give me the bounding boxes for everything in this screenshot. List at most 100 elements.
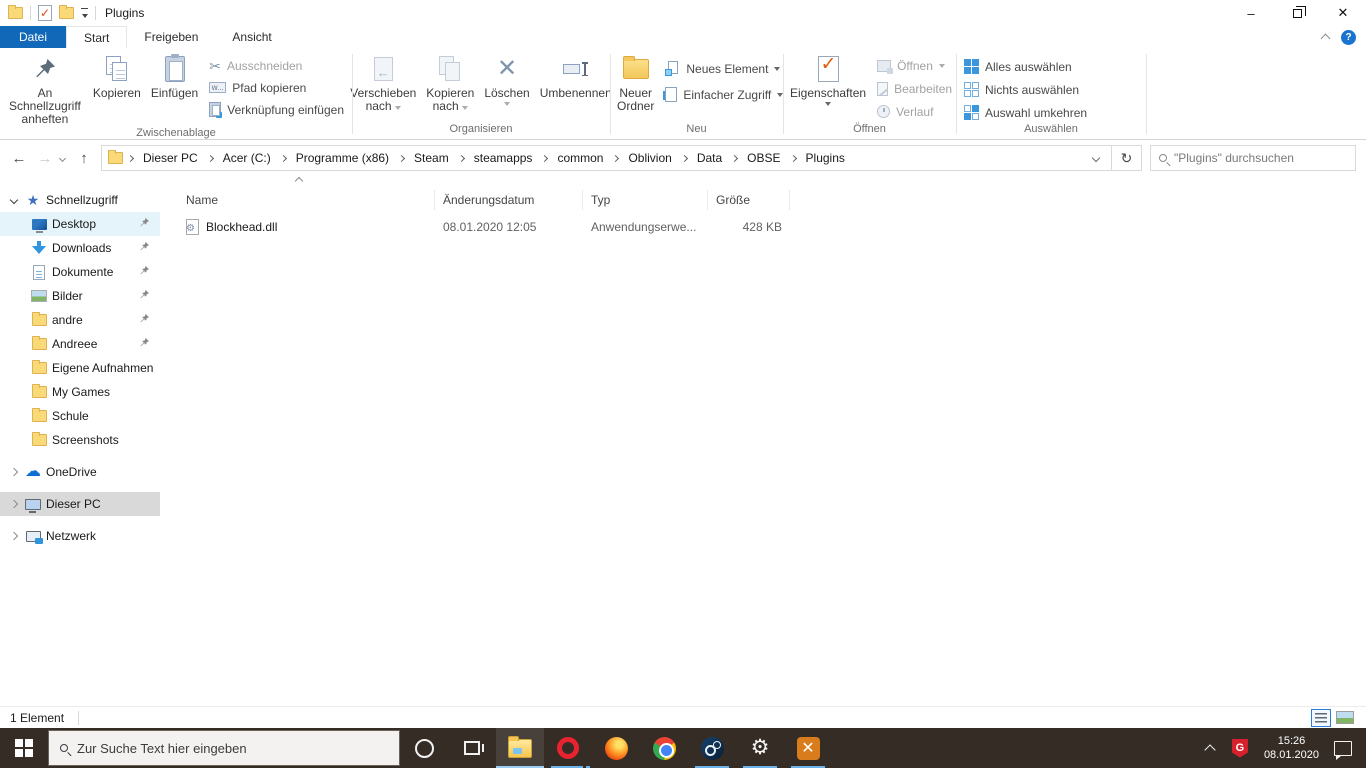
breadcrumb-item[interactable]: Oblivion — [623, 151, 676, 165]
properties-button[interactable]: Eigenschaften — [785, 50, 871, 106]
sidebar-item-onedrive[interactable]: ☁ OneDrive — [0, 460, 160, 484]
task-view-button[interactable] — [448, 728, 496, 768]
sidebar-item-desktop[interactable]: Desktop — [0, 212, 160, 236]
sidebar-item-downloads[interactable]: Downloads — [0, 236, 160, 260]
breadcrumb-item[interactable]: Programme (x86) — [291, 151, 394, 165]
breadcrumb-item[interactable]: Plugins — [801, 151, 850, 165]
chevron-collapsed-icon[interactable] — [9, 499, 19, 509]
taskbar-app-steam[interactable] — [688, 728, 736, 768]
cut-button[interactable]: ✂ Ausschneiden — [209, 57, 344, 74]
search-box[interactable] — [1150, 145, 1356, 171]
new-folder-button[interactable]: Neuer Ordner — [612, 50, 659, 113]
chevron-expanded-icon[interactable] — [9, 195, 19, 205]
select-all-button[interactable]: Alles auswählen — [964, 58, 1087, 75]
history-dropdown-icon[interactable] — [58, 154, 67, 162]
taskbar-search-input[interactable] — [77, 740, 388, 756]
refresh-button[interactable]: ↻ — [1112, 145, 1142, 171]
qat-new-folder-icon[interactable] — [59, 5, 74, 19]
sidebar-item-documents[interactable]: Dokumente — [0, 260, 160, 284]
scissors-icon: ✂ — [209, 57, 221, 74]
sidebar-item-pictures[interactable]: Bilder — [0, 284, 160, 308]
taskbar-app-opera[interactable] — [544, 728, 592, 768]
delete-button[interactable]: ✕ Löschen — [479, 50, 534, 106]
tab-start[interactable]: Start — [66, 26, 128, 48]
open-button[interactable]: Öffnen — [877, 57, 952, 74]
restore-icon — [1292, 5, 1306, 18]
cortana-button[interactable] — [400, 728, 448, 768]
copy-to-button[interactable]: Kopieren nach — [421, 50, 479, 113]
taskbar-search-box[interactable] — [48, 730, 400, 766]
invert-selection-button[interactable]: Auswahl umkehren — [964, 104, 1087, 121]
sidebar-item-network[interactable]: Netzwerk — [0, 524, 160, 548]
navigation-pane: ★ Schnellzugriff Desktop Downloads Dokum… — [0, 176, 160, 706]
chevron-collapsed-icon[interactable] — [9, 467, 19, 477]
chevron-collapsed-icon[interactable] — [9, 531, 19, 541]
column-header-date[interactable]: Änderungsdatum — [435, 190, 583, 210]
tab-view[interactable]: Ansicht — [215, 26, 288, 48]
select-none-button[interactable]: Nichts auswählen — [964, 81, 1087, 98]
taskbar-app-obse[interactable]: ✕ — [784, 728, 832, 768]
sidebar-item-screenshots[interactable]: Screenshots — [0, 428, 160, 452]
breadcrumb-item[interactable]: steamapps — [469, 151, 538, 165]
restore-button[interactable] — [1274, 0, 1320, 26]
column-header-size[interactable]: Größe — [708, 190, 790, 210]
action-center-icon[interactable] — [1334, 740, 1352, 760]
taskbar-app-chrome[interactable] — [640, 728, 688, 768]
sidebar-item-eigene-aufnahmen[interactable]: Eigene Aufnahmen — [0, 356, 160, 380]
file-type: Anwendungserwe... — [591, 220, 697, 234]
divider — [30, 6, 31, 20]
search-input[interactable] — [1174, 151, 1347, 165]
sidebar-quick-access[interactable]: ★ Schnellzugriff — [0, 188, 160, 212]
taskbar-clock[interactable]: 15:26 08.01.2020 — [1255, 734, 1328, 762]
pin-to-quick-access-button[interactable]: An Schnellzugriff anheften — [2, 50, 88, 126]
breadcrumb-item[interactable]: Acer (C:) — [218, 151, 276, 165]
obse-icon: ✕ — [796, 736, 820, 760]
easy-access-button[interactable]: Einfacher Zugriff — [663, 86, 784, 103]
close-button[interactable]: ✕ — [1320, 0, 1366, 26]
sidebar-item-andreee[interactable]: Andreee — [0, 332, 160, 356]
paste-shortcut-button[interactable]: Verknüpfung einfügen — [209, 101, 344, 118]
tab-share[interactable]: Freigeben — [127, 26, 215, 48]
details-view-button[interactable] — [1311, 708, 1331, 727]
breadcrumb-item[interactable]: Steam — [409, 151, 454, 165]
address-dropdown-icon[interactable] — [1091, 153, 1101, 163]
breadcrumb-item[interactable]: OBSE — [742, 151, 785, 165]
edit-button[interactable]: Bearbeiten — [877, 80, 952, 97]
collapse-ribbon-icon[interactable] — [1320, 33, 1331, 44]
qat-customize-button[interactable] — [81, 8, 88, 18]
taskbar-app-settings[interactable]: ⚙ — [736, 728, 784, 768]
breadcrumb-item[interactable]: Dieser PC — [138, 151, 203, 165]
large-icons-view-button[interactable] — [1336, 711, 1354, 724]
up-button[interactable]: ↑ — [71, 150, 97, 167]
breadcrumb-item[interactable]: common — [552, 151, 608, 165]
copy-path-button[interactable]: w... Pfad kopieren — [209, 79, 344, 96]
start-button[interactable] — [0, 728, 48, 768]
move-to-button[interactable]: ← Verschieben nach — [345, 50, 421, 113]
address-bar[interactable]: Dieser PC Acer (C:) Programme (x86) Stea… — [101, 145, 1112, 171]
taskbar-app-explorer[interactable] — [496, 728, 544, 768]
history-button[interactable]: Verlauf — [877, 103, 952, 120]
new-item-button[interactable]: Neues Element — [665, 60, 783, 77]
sidebar-item-this-pc[interactable]: Dieser PC — [0, 492, 160, 516]
tray-overflow-button[interactable] — [1195, 728, 1225, 768]
forward-button[interactable]: → — [32, 150, 58, 167]
back-button[interactable]: ← — [6, 150, 32, 167]
copy-button[interactable]: Kopieren — [88, 50, 146, 100]
sidebar-item-andre[interactable]: andre — [0, 308, 160, 332]
column-header-type[interactable]: Typ — [583, 190, 708, 210]
minimize-button[interactable]: – — [1228, 0, 1274, 26]
sidebar-item-my-games[interactable]: My Games — [0, 380, 160, 404]
taskbar-app-firefox[interactable] — [592, 728, 640, 768]
qat-properties-icon[interactable] — [38, 5, 52, 21]
tab-file[interactable]: Datei — [0, 26, 67, 48]
refresh-icon: ↻ — [1120, 149, 1133, 166]
file-row[interactable]: Blockhead.dll 08.01.2020 12:05 Anwendung… — [178, 214, 1366, 240]
sidebar-item-schule[interactable]: Schule — [0, 404, 160, 428]
tray-antivirus-button[interactable]: G — [1225, 728, 1255, 768]
rename-button[interactable]: Umbenennen — [535, 50, 617, 100]
paste-button[interactable]: Einfügen — [146, 50, 203, 100]
breadcrumb-item[interactable]: Data — [692, 151, 727, 165]
column-header-name[interactable]: Name — [178, 190, 435, 210]
help-icon[interactable]: ? — [1341, 29, 1356, 45]
window-title: Plugins — [105, 6, 145, 20]
